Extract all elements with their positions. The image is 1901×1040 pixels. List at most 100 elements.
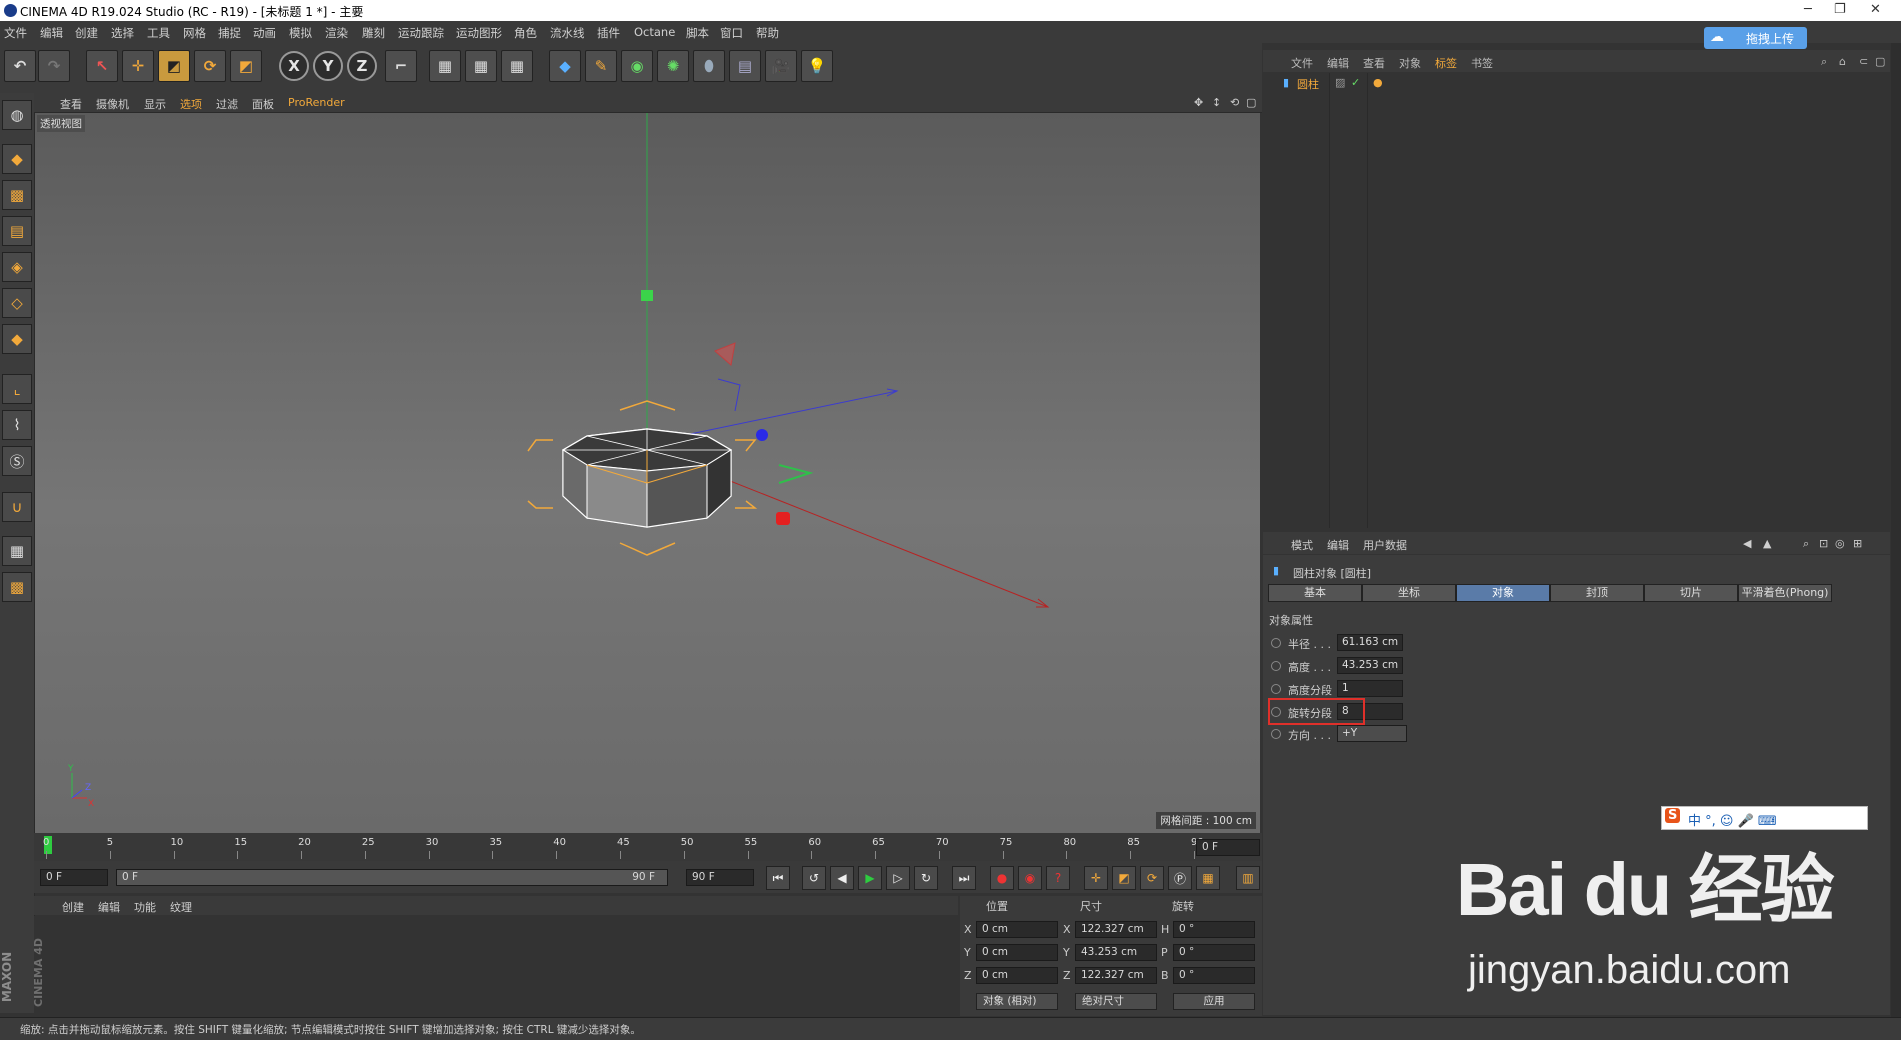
scale-tool-icon[interactable]: ◩	[158, 50, 190, 82]
prev-key-icon[interactable]: ↺	[802, 866, 826, 890]
tab-slice[interactable]: 切片	[1644, 584, 1738, 602]
key-rotation-icon[interactable]: ⟳	[1140, 866, 1164, 890]
vp-menu-prorender[interactable]: ProRender	[288, 96, 345, 109]
vp-menu-panel[interactable]: 面板	[252, 96, 274, 112]
material-area[interactable]	[34, 916, 958, 1016]
height-field[interactable]: 43.253 cm	[1337, 657, 1403, 674]
z-axis-lock-icon[interactable]: Z	[347, 51, 377, 81]
object-row[interactable]: ▮ 圆柱 ▨ ✓ ●	[1263, 75, 1890, 91]
snap-icon[interactable]: ∪	[2, 492, 32, 522]
menu-select[interactable]: 选择	[111, 25, 134, 41]
key-param-icon[interactable]: Ⓟ	[1168, 866, 1192, 890]
tab-basic[interactable]: 基本	[1268, 584, 1362, 602]
tweak-mode-icon[interactable]: ⌇	[2, 410, 32, 440]
viewport-rotate-icon[interactable]: ⟲	[1230, 96, 1239, 109]
om-search-icon[interactable]: ⌕	[1821, 55, 1827, 69]
menu-help[interactable]: 帮助	[756, 25, 779, 41]
height-anim-radio[interactable]	[1271, 661, 1281, 671]
size-y-field[interactable]: 43.253 cm	[1075, 944, 1157, 961]
menu-edit[interactable]: 编辑	[40, 25, 63, 41]
mat-menu-texture[interactable]: 纹理	[170, 899, 192, 915]
object-name[interactable]: 圆柱	[1297, 76, 1319, 92]
ime-toolbar[interactable]: S 中 °, ☺ 🎤 ⌨	[1661, 806, 1868, 830]
om-menu-view[interactable]: 查看	[1363, 55, 1385, 71]
perspective-viewport[interactable]: 透视视图 Y Z X 网格间距: 100 cm	[35, 113, 1260, 833]
edges-mode-icon[interactable]: ◇	[2, 288, 32, 318]
am-search-icon[interactable]: ⌕	[1803, 537, 1809, 551]
viewport-move-icon[interactable]: ✥	[1194, 96, 1203, 109]
start-frame-field[interactable]: 0 F	[40, 869, 108, 886]
menu-render[interactable]: 渲染	[325, 25, 348, 41]
light-icon[interactable]: 💡	[801, 50, 833, 82]
render-view-icon[interactable]: ▦	[429, 50, 461, 82]
next-frame-icon[interactable]: ▷	[886, 866, 910, 890]
coordinate-system-icon[interactable]: ⌐	[385, 50, 417, 82]
close-button[interactable]: ✕	[1870, 2, 1881, 17]
position-z-field[interactable]: 0 cm	[976, 967, 1058, 984]
recent-tool-icon[interactable]: ◩	[230, 50, 262, 82]
menu-octane[interactable]: Octane	[634, 25, 675, 39]
om-up-icon[interactable]: ⊂	[1859, 55, 1868, 68]
mat-menu-edit[interactable]: 编辑	[98, 899, 120, 915]
menu-snap[interactable]: 捕捉	[218, 25, 241, 41]
position-x-field[interactable]: 0 cm	[976, 921, 1058, 938]
am-new-icon[interactable]: ⊞	[1853, 537, 1862, 550]
live-selection-icon[interactable]: ↖	[86, 50, 118, 82]
make-editable-icon[interactable]: ◍	[2, 100, 32, 130]
model-mode-icon[interactable]: ◆	[2, 144, 32, 174]
vp-menu-cameras[interactable]: 摄像机	[96, 96, 129, 112]
timeline-ruler[interactable]: 051015202530354045505560657075808590	[34, 833, 1262, 861]
mat-menu-create[interactable]: 创建	[62, 899, 84, 915]
texture-mode-icon[interactable]: ▩	[2, 180, 32, 210]
camera-icon[interactable]: 🎥	[765, 50, 797, 82]
menu-character[interactable]: 角色	[514, 25, 537, 41]
prev-frame-icon[interactable]: ◀	[830, 866, 854, 890]
cloner-icon[interactable]: ✺	[657, 50, 689, 82]
menu-mesh[interactable]: 网格	[183, 25, 206, 41]
om-home-icon[interactable]: ⌂	[1839, 55, 1846, 68]
menu-motion-tracker[interactable]: 运动跟踪	[398, 25, 444, 41]
position-y-field[interactable]: 0 cm	[976, 944, 1058, 961]
tab-caps[interactable]: 封顶	[1550, 584, 1644, 602]
menu-tools[interactable]: 工具	[147, 25, 170, 41]
key-pla-icon[interactable]: ▦	[1196, 866, 1220, 890]
current-frame-field[interactable]: 0 F	[1196, 839, 1260, 856]
redo-icon[interactable]: ↷	[38, 50, 70, 82]
am-lock-icon[interactable]: ⊡	[1819, 537, 1828, 550]
deformer-icon[interactable]: ⬮	[693, 50, 725, 82]
cube-primitive-icon[interactable]: ◆	[549, 50, 581, 82]
range-slider[interactable]: 0 F 90 F	[116, 869, 668, 886]
menu-sculpt[interactable]: 雕刻	[362, 25, 385, 41]
rotation-h-field[interactable]: 0 °	[1173, 921, 1255, 938]
solo-icon[interactable]: Ⓢ	[2, 446, 32, 476]
points-mode-icon[interactable]: ◈	[2, 252, 32, 282]
menu-simulate[interactable]: 模拟	[289, 25, 312, 41]
menu-create[interactable]: 创建	[75, 25, 98, 41]
apply-button[interactable]: 应用	[1173, 993, 1255, 1010]
orientation-dropdown[interactable]: +Y	[1337, 725, 1407, 742]
play-icon[interactable]: ▶	[858, 866, 882, 890]
enabled-check-icon[interactable]: ✓	[1351, 76, 1360, 89]
autokey-icon[interactable]: ◉	[1018, 866, 1042, 890]
radius-field[interactable]: 61.163 cm	[1337, 634, 1403, 651]
timeline-window-icon[interactable]: ▥	[1236, 866, 1260, 890]
menu-mograph[interactable]: 运动图形	[456, 25, 502, 41]
vp-menu-display[interactable]: 显示	[144, 96, 166, 112]
om-maximize-icon[interactable]: ▢	[1875, 55, 1885, 68]
radius-anim-radio[interactable]	[1271, 638, 1281, 648]
tab-coord[interactable]: 坐标	[1362, 584, 1456, 602]
workplane-lock-icon[interactable]: ▦	[2, 536, 32, 566]
height-segments-field[interactable]: 1	[1337, 680, 1403, 697]
viewport-zoom-icon[interactable]: ↕	[1212, 96, 1221, 109]
vp-menu-options[interactable]: 选项	[180, 96, 202, 112]
menu-window[interactable]: 窗口	[720, 25, 743, 41]
menu-script[interactable]: 脚本	[686, 25, 709, 41]
layer-icon[interactable]: ▨	[1335, 76, 1345, 89]
viewport-maximize-icon[interactable]: ▢	[1246, 96, 1256, 109]
undo-icon[interactable]: ↶	[4, 50, 36, 82]
vp-menu-filter[interactable]: 过滤	[216, 96, 238, 112]
render-picture-viewer-icon[interactable]: ▦	[465, 50, 497, 82]
end-frame-field[interactable]: 90 F	[686, 869, 754, 886]
restore-button[interactable]: ❐	[1834, 2, 1846, 17]
record-keys-icon[interactable]: ●	[990, 866, 1014, 890]
